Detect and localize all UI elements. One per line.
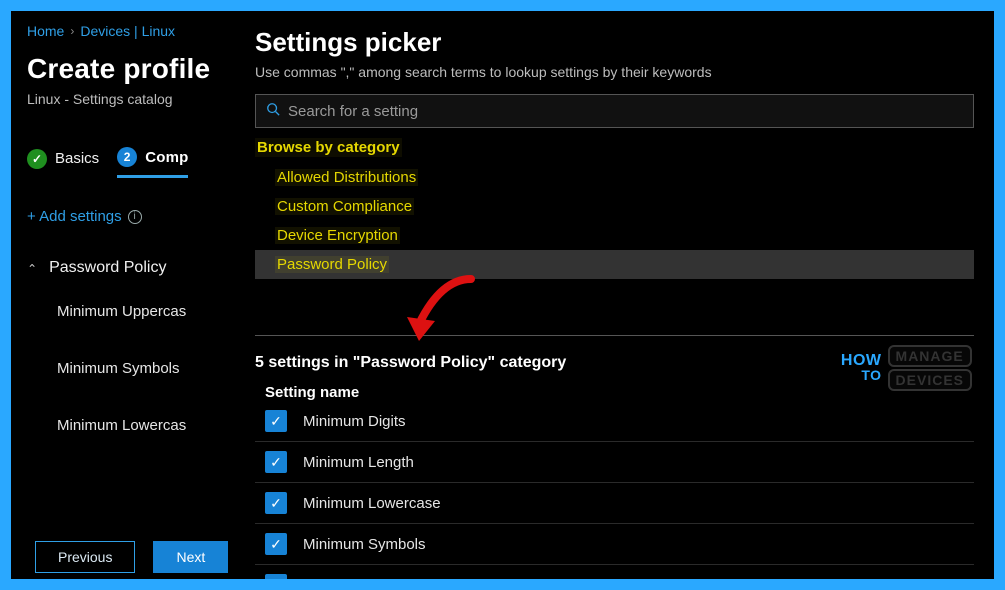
add-settings-label: + Add settings [27, 208, 122, 225]
app-frame: Home › Devices | Linux Create profile Li… [11, 11, 994, 579]
info-icon: i [128, 210, 142, 224]
group-name: Password Policy [49, 259, 166, 277]
setting-name: Minimum Uppercase [303, 577, 441, 580]
search-input[interactable] [288, 103, 963, 120]
chevron-right-icon: › [70, 24, 74, 38]
watermark: HOW TO MANAGE DEVICES [841, 345, 972, 391]
setting-name: Minimum Lowercase [303, 495, 441, 512]
group-header-password-policy[interactable]: ⌄ Password Policy [27, 259, 237, 277]
category-device-encryption[interactable]: Device Encryption [255, 221, 974, 250]
page-subtitle: Linux - Settings catalog [27, 91, 237, 107]
wizard-footer: Previous Next [35, 541, 228, 573]
setting-row[interactable]: Minimum Digits [255, 401, 974, 442]
checkbox-checked-icon[interactable] [265, 451, 287, 473]
category-list: Allowed Distributions Custom Compliance … [255, 163, 974, 279]
check-icon [27, 149, 47, 169]
setting-name: Minimum Digits [303, 413, 406, 430]
setting-name: Minimum Length [303, 454, 414, 471]
picker-title: Settings picker [255, 27, 974, 58]
divider [255, 335, 974, 336]
setting-row[interactable]: Minimum Symbols [255, 524, 974, 565]
breadcrumb-home[interactable]: Home [27, 23, 64, 39]
browse-by-category-label: Browse by category [255, 138, 402, 157]
tab-label: Basics [55, 150, 99, 167]
setting-row[interactable]: Minimum Length [255, 442, 974, 483]
tab-configuration[interactable]: 2 Comp [117, 147, 188, 178]
next-button[interactable]: Next [153, 541, 228, 573]
setting-row-uppercase[interactable]: Minimum Uppercas [57, 303, 237, 320]
picker-subtitle: Use commas "," among search terms to loo… [255, 64, 974, 80]
category-password-policy[interactable]: Password Policy [255, 250, 974, 279]
checkbox-checked-icon[interactable] [265, 533, 287, 555]
page-title: Create profile [27, 53, 237, 85]
left-panel: Home › Devices | Linux Create profile Li… [11, 11, 237, 579]
setting-row-lowercase[interactable]: Minimum Lowercas [57, 417, 237, 434]
wizard-tabs: Basics 2 Comp [27, 147, 237, 178]
settings-picker-panel: Settings picker Use commas "," among sea… [237, 11, 994, 579]
breadcrumb-devices[interactable]: Devices | Linux [80, 23, 175, 39]
step-number-icon: 2 [117, 147, 137, 167]
checkbox-checked-icon[interactable] [265, 574, 287, 579]
tab-label: Comp [145, 149, 188, 166]
setting-row[interactable]: Minimum Lowercase [255, 483, 974, 524]
checkbox-checked-icon[interactable] [265, 410, 287, 432]
setting-row-symbols[interactable]: Minimum Symbols [57, 360, 237, 377]
tab-basics[interactable]: Basics [27, 149, 99, 177]
category-allowed-distributions[interactable]: Allowed Distributions [255, 163, 974, 192]
breadcrumb: Home › Devices | Linux [27, 23, 237, 39]
setting-name: Minimum Symbols [303, 536, 426, 553]
watermark-brand: MANAGE DEVICES [888, 345, 972, 391]
checkbox-checked-icon[interactable] [265, 492, 287, 514]
search-box[interactable] [255, 94, 974, 128]
previous-button[interactable]: Previous [35, 541, 135, 573]
chevron-up-icon: ⌄ [27, 261, 37, 275]
watermark-how-to: HOW TO [841, 354, 882, 382]
setting-row[interactable]: Minimum Uppercase [255, 565, 974, 579]
search-icon [266, 102, 280, 121]
category-custom-compliance[interactable]: Custom Compliance [255, 192, 974, 221]
add-settings-link[interactable]: + Add settings i [27, 208, 237, 225]
